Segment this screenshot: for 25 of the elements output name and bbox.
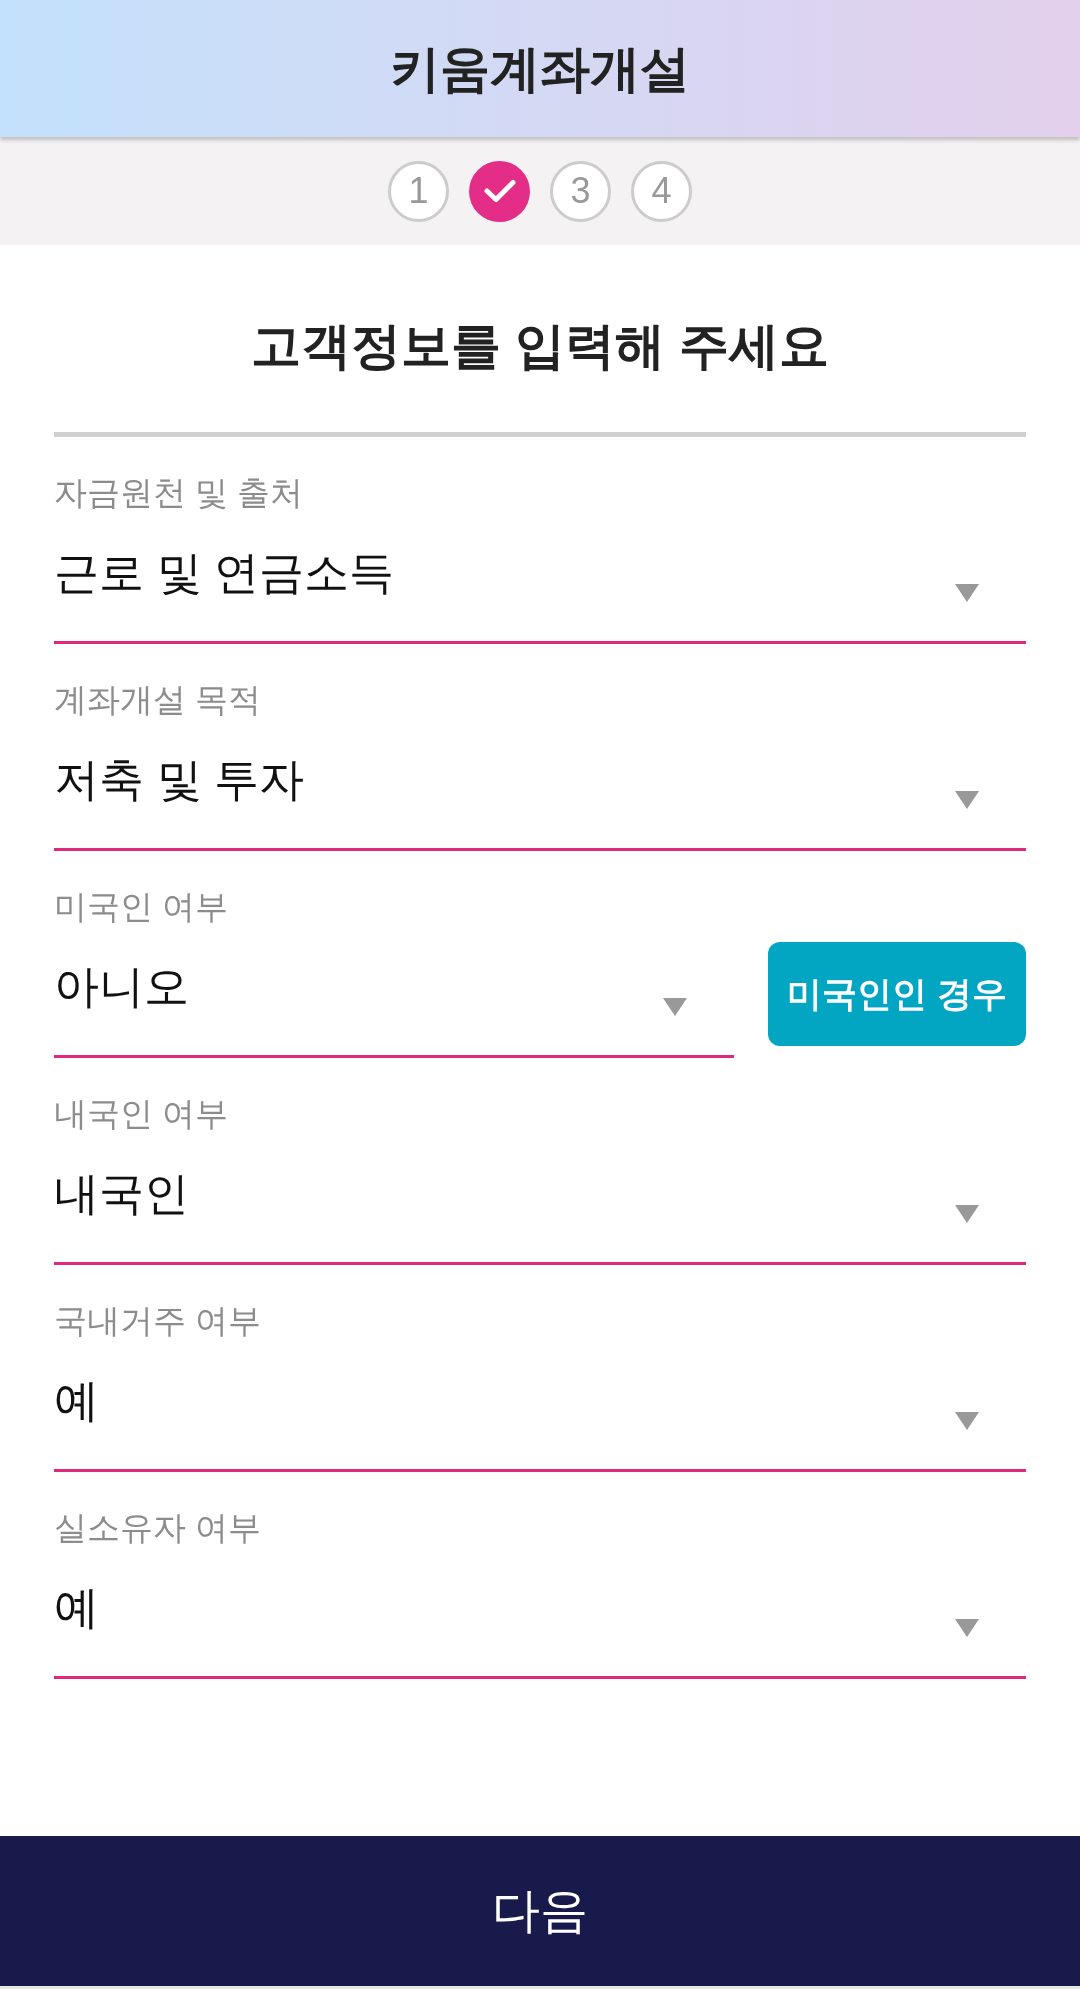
step-indicator: 3: [550, 160, 611, 222]
field-label: 국내거주 여부: [54, 1301, 262, 1341]
dropdown-select[interactable]: 예: [54, 1371, 1026, 1472]
field-label: 계좌개설 목적: [54, 680, 262, 720]
caret-icon: [955, 1412, 979, 1430]
caret-icon: [955, 1619, 979, 1637]
field-label: 자금원천 및 출처: [54, 473, 304, 513]
dropdown-select[interactable]: 근로 및 연금소득: [54, 543, 1026, 644]
field-label: 미국인 여부: [54, 887, 229, 927]
field-label: 실소유자 여부: [54, 1508, 262, 1548]
dropdown-select[interactable]: 예: [54, 1578, 1026, 1679]
next-button[interactable]: 다음: [0, 1836, 1080, 1986]
dropdown-select[interactable]: 저축 및 투자: [54, 750, 1026, 851]
caret-icon: [955, 791, 979, 809]
check-icon: [483, 179, 516, 203]
section-heading: 고객정보를 입력해 주세요: [251, 317, 829, 376]
field-label: 내국인 여부: [54, 1094, 229, 1134]
caret-icon: [663, 998, 687, 1016]
caret-icon: [955, 584, 979, 602]
dropdown-select[interactable]: 내국인: [54, 1164, 1026, 1265]
dropdown-select[interactable]: 아니오: [54, 957, 734, 1058]
step-indicator: 1: [388, 160, 449, 222]
page-title: 키움계좌개설: [390, 39, 690, 99]
caret-icon: [955, 1205, 979, 1223]
step-indicator: 4: [631, 160, 692, 222]
